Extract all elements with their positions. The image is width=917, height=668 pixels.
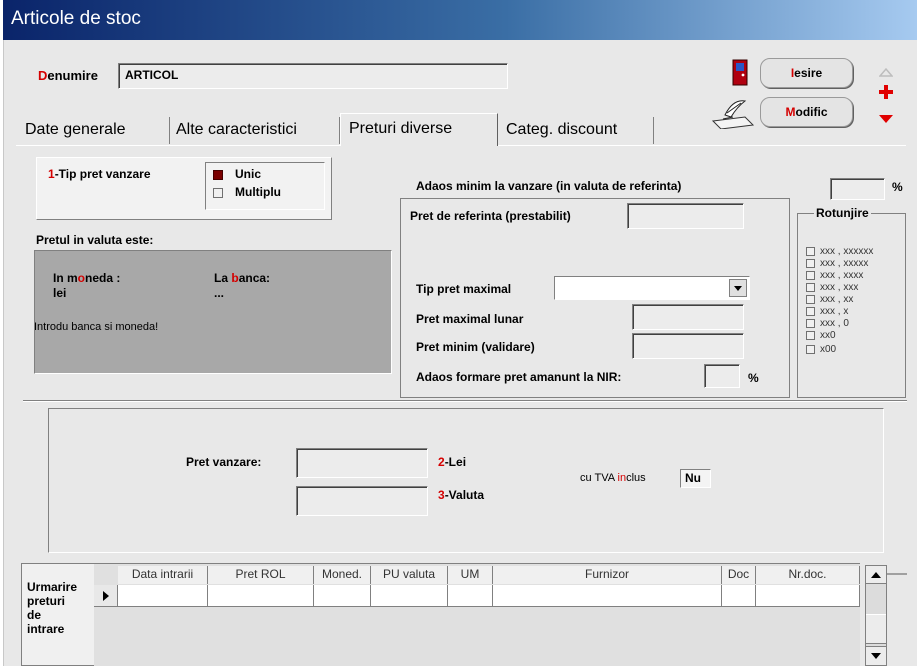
rotunjire-groupbox xyxy=(797,213,906,398)
pretul-valuta-title: Pretul in valuta este: xyxy=(36,233,154,247)
tip-pret-maximal-label: Tip pret maximal xyxy=(416,282,512,296)
column-header[interactable]: PU valuta xyxy=(371,566,448,584)
rotunjire-title: Rotunjire xyxy=(814,206,871,220)
add-plus-icon[interactable] xyxy=(879,85,893,99)
title-bar: Articole de stoc xyxy=(3,0,917,40)
row-indicator[interactable] xyxy=(94,585,118,607)
scroll-thumb[interactable] xyxy=(866,614,886,644)
adaos-minim-percent: % xyxy=(892,180,903,194)
pret-referinta-label: Pret de referinta (prestabilit) xyxy=(410,209,571,223)
tab-categ-discount[interactable]: Categ. discount xyxy=(498,117,654,144)
column-header[interactable]: Doc xyxy=(722,566,756,584)
denumire-field[interactable]: ARTICOL xyxy=(118,63,508,89)
column-header[interactable]: Moned. xyxy=(314,566,371,584)
table-cell[interactable] xyxy=(118,585,208,607)
row-pointer-icon xyxy=(103,591,109,601)
adaos-formare-field[interactable] xyxy=(704,364,740,388)
pret-vanzare-label: Pret vanzare: xyxy=(186,455,262,469)
moneda-value: lei xyxy=(53,286,67,300)
urmarire-title-line: de xyxy=(27,608,42,622)
banca-value: ... xyxy=(214,286,225,300)
pret-maximal-lunar-label: Pret maximal lunar xyxy=(416,312,524,326)
edit-pen-icon[interactable] xyxy=(711,95,755,130)
unic-label: Unic xyxy=(235,167,262,181)
column-header[interactable]: UM xyxy=(448,566,493,584)
table-cell[interactable] xyxy=(493,585,722,607)
multiplu-radio[interactable] xyxy=(213,188,223,198)
valuta-label: 3-Valuta xyxy=(438,488,485,502)
table-cell[interactable] xyxy=(448,585,493,607)
urmarire-title-line: Urmarire xyxy=(27,580,78,594)
multiplu-label: Multiplu xyxy=(235,185,281,199)
urmarire-title-line: preturi xyxy=(27,594,66,608)
table-cell[interactable] xyxy=(722,585,756,607)
tab-date-generale[interactable]: Date generale xyxy=(22,117,170,144)
exit-door-icon[interactable] xyxy=(731,59,749,87)
pret-vanzare-valuta-field[interactable] xyxy=(296,486,428,516)
table-cell[interactable] xyxy=(371,585,448,607)
in-moneda-label: In moneda : xyxy=(53,271,121,285)
adaos-formare-label: Adaos formare pret amanunt la NIR: xyxy=(416,370,622,384)
pret-minim-label: Pret minim (validare) xyxy=(416,340,535,354)
pret-vanzare-panel xyxy=(48,408,884,553)
adaos-formare-percent: % xyxy=(748,371,759,385)
column-header[interactable]: Pret ROL xyxy=(208,566,314,584)
window-title: Articole de stoc xyxy=(11,8,141,29)
splitter-handle[interactable] xyxy=(887,573,907,575)
column-header[interactable]: Furnizor xyxy=(493,566,722,584)
pret-referinta-field[interactable] xyxy=(627,203,744,229)
adaos-minim-label: Adaos minim la vanzare (in valuta de ref… xyxy=(416,179,682,193)
adaos-minim-field[interactable] xyxy=(830,178,885,200)
modific-button[interactable]: Modific xyxy=(760,97,853,127)
tab-alte-caracteristici[interactable]: Alte caracteristici xyxy=(170,117,340,144)
cu-tva-label: cu TVA inclus xyxy=(580,472,646,484)
column-header[interactable]: Data intrarii xyxy=(118,566,208,584)
table-cell[interactable] xyxy=(314,585,371,607)
arrow-down-icon[interactable] xyxy=(878,113,894,123)
iesire-button[interactable]: Iesire xyxy=(760,58,853,88)
chevron-down-icon[interactable] xyxy=(729,279,747,297)
denumire-label: Denumire xyxy=(38,68,98,83)
valuta-hint: Introdu banca si moneda! xyxy=(34,321,159,333)
section-divider-highlight xyxy=(23,401,907,402)
table-cell[interactable] xyxy=(208,585,314,607)
urmarire-title-line: intrare xyxy=(27,622,65,636)
tip-pret-maximal-select[interactable] xyxy=(554,276,750,300)
lei-label: 2-Lei xyxy=(438,455,467,469)
tab-preturi-diverse[interactable]: Preturi diverse xyxy=(340,113,498,146)
valuta-panel xyxy=(34,250,392,374)
table-scrollbar[interactable] xyxy=(865,565,887,666)
tip-pret-label: 1-Tip pret vanzare xyxy=(48,167,151,181)
scroll-down-icon[interactable] xyxy=(866,646,886,665)
scroll-up-icon[interactable] xyxy=(866,566,886,584)
arrow-up-icon[interactable] xyxy=(878,66,894,77)
column-header[interactable]: Nr.doc. xyxy=(756,566,860,584)
table-cell[interactable] xyxy=(756,585,860,607)
pret-vanzare-lei-field[interactable] xyxy=(296,448,428,478)
unic-radio[interactable] xyxy=(213,170,223,180)
pret-minim-field[interactable] xyxy=(632,333,744,359)
pret-maximal-lunar-field[interactable] xyxy=(632,304,744,330)
la-banca-label: La banca: xyxy=(214,271,271,285)
tva-value-field[interactable]: Nu xyxy=(680,469,711,488)
